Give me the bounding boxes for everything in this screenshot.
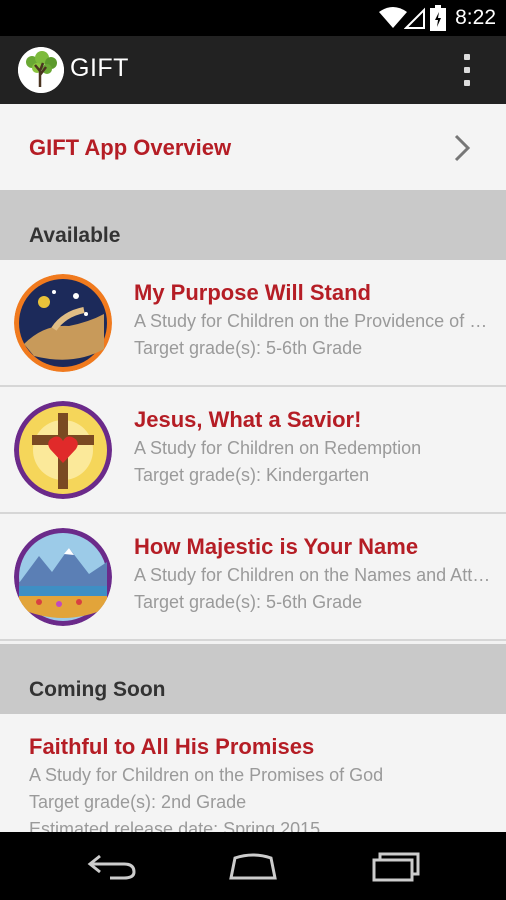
study-title: My Purpose Will Stand (134, 280, 371, 305)
study-item[interactable]: Jesus, What a Savior! A Study for Childr… (0, 387, 506, 514)
app-title: GIFT (70, 54, 129, 82)
coming-soon-grade: Target grade(s): 2nd Grade (29, 792, 247, 812)
study-title: Jesus, What a Savior! (134, 407, 362, 432)
section-header-available: Available (0, 190, 506, 260)
section-label: Available (29, 224, 121, 247)
overflow-menu-icon[interactable] (456, 50, 478, 90)
study-subtitle: A Study for Children on the Names and At… (134, 565, 494, 585)
coming-soon-item[interactable]: Faithful to All His Promises A Study for… (0, 714, 506, 832)
study-subtitle: A Study for Children on the Providence o… (134, 311, 494, 331)
app-logo (18, 47, 64, 93)
content-list[interactable]: GIFT App Overview Available My Purpose W… (0, 104, 506, 832)
study-grade: Target grade(s): 5-6th Grade (134, 592, 363, 612)
study-thumbnail (14, 528, 112, 626)
study-thumbnail (14, 274, 112, 372)
status-bar: 8:22 (0, 0, 506, 36)
coming-soon-title: Faithful to All His Promises (29, 734, 315, 759)
section-header-coming-soon: Coming Soon (0, 644, 506, 714)
coming-soon-subtitle: A Study for Children on the Promises of … (29, 765, 384, 785)
back-icon[interactable] (86, 850, 138, 882)
study-item[interactable]: How Majestic is Your Name A Study for Ch… (0, 514, 506, 641)
battery-icon (430, 5, 446, 31)
chevron-right-icon (454, 134, 471, 162)
study-title: How Majestic is Your Name (134, 534, 419, 559)
coming-soon-release: Estimated release date: Spring 2015 (29, 819, 321, 832)
home-icon[interactable] (227, 850, 279, 882)
study-subtitle: A Study for Children on Redemption (134, 438, 422, 458)
study-grade: Target grade(s): Kindergarten (134, 465, 370, 485)
recents-icon[interactable] (370, 850, 422, 882)
navigation-bar (0, 832, 506, 900)
overview-label: GIFT App Overview (29, 135, 232, 160)
study-grade: Target grade(s): 5-6th Grade (134, 338, 363, 358)
signal-icon (404, 7, 425, 29)
overview-row[interactable]: GIFT App Overview (0, 104, 506, 190)
study-item[interactable]: My Purpose Will Stand A Study for Childr… (0, 260, 506, 387)
app-bar: GIFT (0, 36, 506, 104)
clock: 8:22 (455, 6, 496, 29)
section-label: Coming Soon (29, 678, 166, 701)
study-thumbnail (14, 401, 112, 499)
